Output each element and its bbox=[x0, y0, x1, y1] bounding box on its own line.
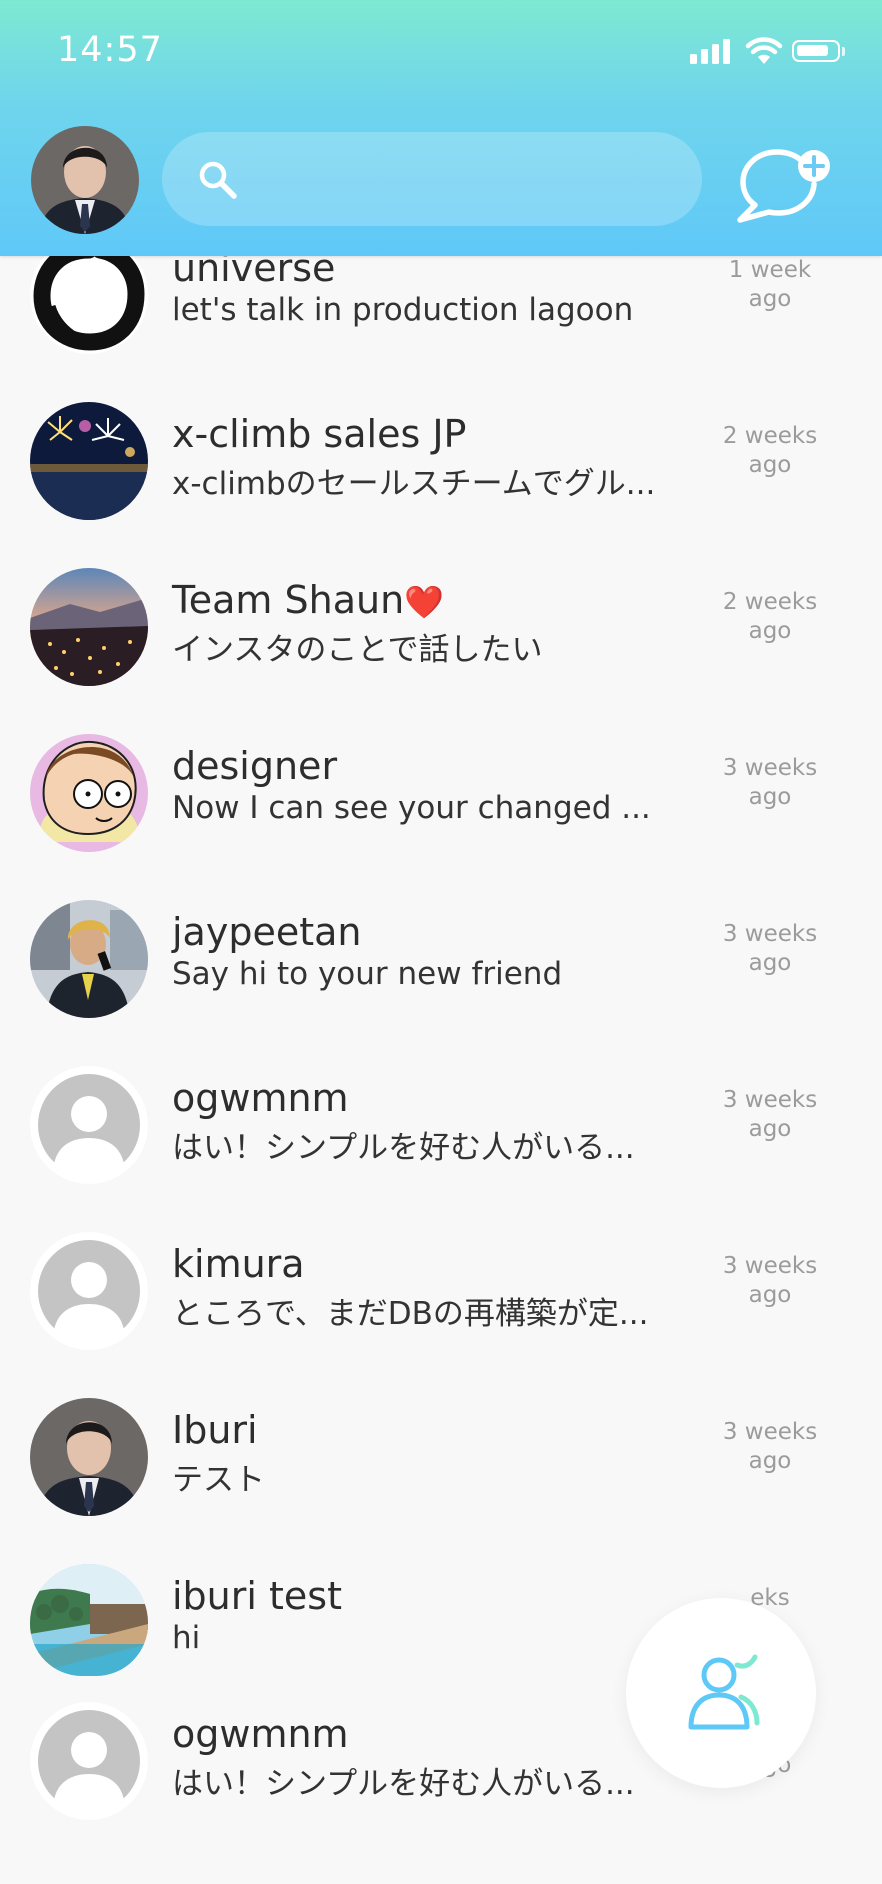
chat-name: Iburi bbox=[172, 1408, 258, 1452]
chat-name: x-climb sales JP bbox=[172, 412, 467, 456]
wifi-icon bbox=[745, 37, 783, 64]
chat-name: kimura bbox=[172, 1242, 305, 1286]
chat-name: designer bbox=[172, 744, 338, 788]
status-time: 14:57 bbox=[57, 30, 163, 70]
chat-last-message: hi bbox=[172, 1620, 201, 1656]
chat-avatar bbox=[30, 900, 148, 1018]
chat-item-jaypeetan[interactable]: jaypeetan Say hi to your new friend 3 we… bbox=[0, 880, 882, 1046]
chat-avatar bbox=[30, 568, 148, 686]
chat-item-designer[interactable]: designer Now I can see your changed ... … bbox=[0, 714, 882, 880]
contacts-icon bbox=[688, 1654, 760, 1730]
search-input[interactable] bbox=[256, 132, 680, 228]
chat-last-message: x-climbのセールスチームでグル... bbox=[172, 466, 656, 502]
chat-bubble-plus-icon bbox=[737, 149, 830, 223]
contacts-fab[interactable] bbox=[626, 1598, 816, 1788]
chat-last-message: はい！シンプルを好む人がいる... bbox=[172, 1766, 635, 1802]
chat-name: iburi test bbox=[172, 1574, 342, 1618]
chat-item-iburi[interactable]: Iburi テスト 3 weeks ago bbox=[0, 1378, 882, 1544]
chat-last-message: インスタのことで話したい bbox=[172, 632, 543, 668]
chat-avatar bbox=[30, 734, 148, 852]
new-chat-button[interactable] bbox=[735, 142, 835, 232]
chat-item-team-shaun[interactable]: Team Shaun❤️ インスタのことで話したい 2 weeks ago bbox=[0, 548, 882, 714]
default-user-icon bbox=[30, 1232, 148, 1350]
chat-time: 3 weeks ago bbox=[722, 755, 818, 810]
chat-time: 2 weeks ago bbox=[722, 589, 818, 644]
chat-avatar bbox=[30, 1398, 148, 1516]
chat-time: 3 weeks ago bbox=[722, 921, 818, 976]
chat-last-message: はい！シンプルを好む人がいる... bbox=[172, 1130, 635, 1166]
search-icon bbox=[199, 161, 237, 199]
chat-last-message: let's talk in production lagoon bbox=[172, 292, 634, 328]
chat-last-message: Say hi to your new friend bbox=[172, 956, 563, 992]
chat-avatar bbox=[30, 1702, 148, 1820]
app-header: 14:57 bbox=[0, 0, 882, 256]
chat-time: 1 week ago bbox=[728, 257, 812, 312]
chat-last-message: テスト bbox=[172, 1462, 265, 1498]
chat-time: 2 weeks ago bbox=[722, 423, 818, 478]
profile-avatar[interactable] bbox=[31, 126, 139, 234]
heart-icon: ❤️ bbox=[404, 583, 445, 621]
default-user-icon bbox=[30, 1702, 148, 1820]
chat-avatar bbox=[30, 402, 148, 520]
chat-item-ogwmnm[interactable]: ogwmnm はい！シンプルを好む人がいる... 3 weeks ago bbox=[0, 1046, 882, 1212]
status-icons bbox=[690, 36, 850, 68]
chat-item-x-climb-sales-jp[interactable]: x-climb sales JP x-climbのセールスチームでグル... 2… bbox=[0, 382, 882, 548]
chat-name: ogwmnm bbox=[172, 1712, 349, 1756]
chat-time: 3 weeks ago bbox=[722, 1087, 818, 1142]
chat-last-message: Now I can see your changed ... bbox=[172, 790, 651, 826]
chat-name: ogwmnm bbox=[172, 1076, 349, 1120]
chat-name: Team Shaun❤️ bbox=[172, 578, 445, 622]
search-bar[interactable] bbox=[162, 132, 702, 228]
chat-last-message: ところで、まだDBの再構築が定... bbox=[172, 1296, 649, 1332]
chat-time: 3 weeks ago bbox=[722, 1253, 818, 1308]
chat-item-kimura[interactable]: kimura ところで、まだDBの再構築が定... 3 weeks ago bbox=[0, 1212, 882, 1378]
chat-name: jaypeetan bbox=[172, 910, 362, 954]
chat-avatar bbox=[30, 1232, 148, 1350]
default-user-icon bbox=[30, 1066, 148, 1184]
chat-avatar bbox=[30, 1564, 148, 1676]
chat-time: 3 weeks ago bbox=[722, 1419, 818, 1474]
chat-avatar bbox=[30, 1066, 148, 1184]
